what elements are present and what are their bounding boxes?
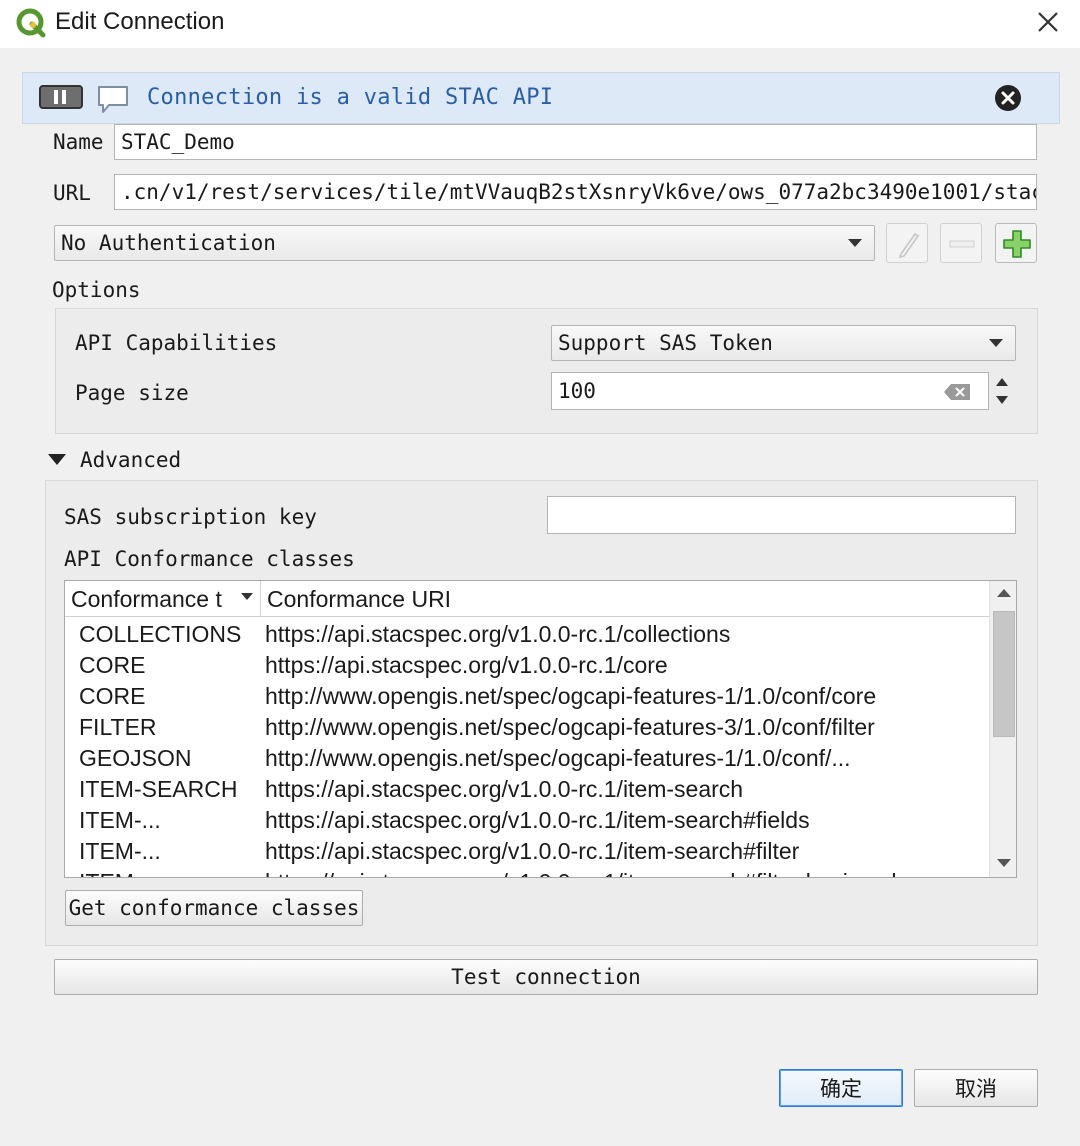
table-cell-type: ITEM-... — [79, 867, 259, 877]
table-row[interactable]: CORE http://www.opengis.net/spec/ogcapi-… — [65, 681, 989, 712]
collapse-arrow-icon[interactable] — [48, 454, 66, 465]
table-cell-type: ITEM-... — [79, 807, 161, 833]
column-header-uri[interactable]: Conformance URI — [261, 581, 989, 617]
scroll-down-icon[interactable] — [997, 859, 1011, 867]
add-auth-button[interactable] — [995, 223, 1037, 263]
table-cell-uri: https://api.stacspec.org/v1.0.0-rc.1/ite… — [265, 807, 810, 833]
url-input[interactable]: .cn/v1/rest/services/tile/mtVVauqB2stXsn… — [114, 174, 1037, 210]
table-cell-uri: http://www.opengis.net/spec/ogcapi-featu… — [265, 714, 875, 740]
api-capabilities-label: API Capabilities — [75, 331, 278, 355]
message-bar: Connection is a valid STAC API — [22, 72, 1060, 124]
table-row[interactable]: ITEM-... https://api.stacspec.org/v1.0.0… — [65, 867, 989, 877]
table-cell-uri: https://api.stacspec.org/v1.0.0-rc.1/col… — [265, 621, 731, 647]
table-cell-uri: https://api.stacspec.org/v1.0.0-rc.1/ite… — [265, 776, 744, 802]
table-cell-type: FILTER — [79, 714, 157, 740]
ok-button[interactable]: 确定 — [779, 1069, 903, 1107]
table-cell-type: ITEM-SEARCH — [79, 776, 238, 802]
table-row[interactable]: CORE https://api.stacspec.org/v1.0.0-rc.… — [65, 650, 989, 681]
table-scrollbar[interactable] — [989, 581, 1016, 877]
title-bar: Edit Connection — [0, 0, 1080, 48]
table-row[interactable]: ITEM-... https://api.stacspec.org/v1.0.0… — [65, 836, 989, 867]
message-text: Connection is a valid STAC API — [147, 85, 554, 110]
name-label: Name — [53, 130, 104, 154]
spin-down-icon[interactable] — [996, 396, 1008, 404]
pencil-icon — [898, 232, 920, 259]
minus-icon — [949, 240, 975, 248]
table-cell-type: ITEM-... — [79, 838, 161, 864]
remove-auth-button[interactable] — [940, 223, 982, 263]
plus-icon — [1003, 230, 1031, 258]
test-connection-button[interactable]: Test connection — [54, 959, 1038, 995]
table-cell-type: COLLECTIONS — [79, 621, 242, 647]
table-row[interactable]: ITEM-SEARCH https://api.stacspec.org/v1.… — [65, 774, 989, 805]
table-body: COLLECTIONS https://api.stacspec.org/v1.… — [65, 617, 989, 877]
qgis-logo-icon — [16, 8, 46, 38]
spin-up-icon[interactable] — [996, 378, 1008, 386]
table-row[interactable]: GEOJSON http://www.opengis.net/spec/ogca… — [65, 743, 989, 774]
table-cell-type: GEOJSON — [79, 745, 192, 771]
page-size-spinner[interactable] — [989, 372, 1015, 410]
table-row[interactable]: FILTER http://www.opengis.net/spec/ogcap… — [65, 712, 989, 743]
edit-auth-button[interactable] — [886, 223, 928, 263]
clear-field-icon[interactable] — [943, 383, 971, 401]
close-icon[interactable] — [1030, 4, 1066, 40]
conformance-label: API Conformance classes — [64, 547, 355, 571]
table-cell-uri: http://www.opengis.net/spec/ogcapi-featu… — [265, 683, 877, 709]
api-capabilities-value: Support SAS Token — [558, 331, 773, 355]
table-cell-uri: https://api.stacspec.org/v1.0.0-rc.1/cor… — [265, 652, 668, 678]
authentication-value: No Authentication — [61, 231, 276, 255]
scrollbar-thumb[interactable] — [993, 611, 1015, 737]
dismiss-circle-icon[interactable] — [993, 83, 1023, 113]
table-cell-uri: https://api.stacspec.org/v1.0.0-rc.1/ite… — [265, 838, 800, 864]
url-label: URL — [53, 181, 91, 205]
table-row[interactable]: ITEM-... https://api.stacspec.org/v1.0.0… — [65, 805, 989, 836]
get-conformance-button[interactable]: Get conformance classes — [65, 890, 363, 926]
conformance-table[interactable]: Conformance t Conformance URI COLLECTION… — [64, 580, 1017, 878]
table-header: Conformance t Conformance URI — [65, 581, 989, 617]
cancel-button[interactable]: 取消 — [914, 1069, 1038, 1107]
pause-icon[interactable] — [39, 85, 83, 109]
sas-key-label: SAS subscription key — [64, 505, 317, 529]
api-capabilities-combo[interactable]: Support SAS Token — [551, 325, 1016, 361]
options-title: Options — [52, 278, 141, 302]
table-cell-type: CORE — [79, 683, 146, 709]
chevron-down-icon — [848, 239, 862, 247]
table-row[interactable]: COLLECTIONS https://api.stacspec.org/v1.… — [65, 619, 989, 650]
speech-bubble-icon — [98, 86, 128, 113]
window-title: Edit Connection — [55, 8, 225, 35]
advanced-title[interactable]: Advanced — [80, 448, 181, 472]
table-cell-uri: https://api.stacspec.org/v1.0.0-rc.1/ite… — [265, 867, 985, 877]
page-size-label: Page size — [75, 381, 189, 405]
sort-indicator-icon — [241, 593, 253, 600]
authentication-combo[interactable]: No Authentication — [54, 225, 875, 261]
table-cell-type: CORE — [79, 652, 146, 678]
scroll-up-icon[interactable] — [997, 589, 1011, 597]
table-cell-uri: http://www.opengis.net/spec/ogcapi-featu… — [265, 745, 851, 771]
column-header-type[interactable]: Conformance t — [65, 581, 261, 617]
sas-key-input[interactable] — [547, 496, 1016, 534]
page-size-input[interactable]: 100 — [551, 372, 989, 410]
chevron-down-icon — [989, 339, 1003, 347]
name-input[interactable]: STAC_Demo — [114, 124, 1037, 160]
